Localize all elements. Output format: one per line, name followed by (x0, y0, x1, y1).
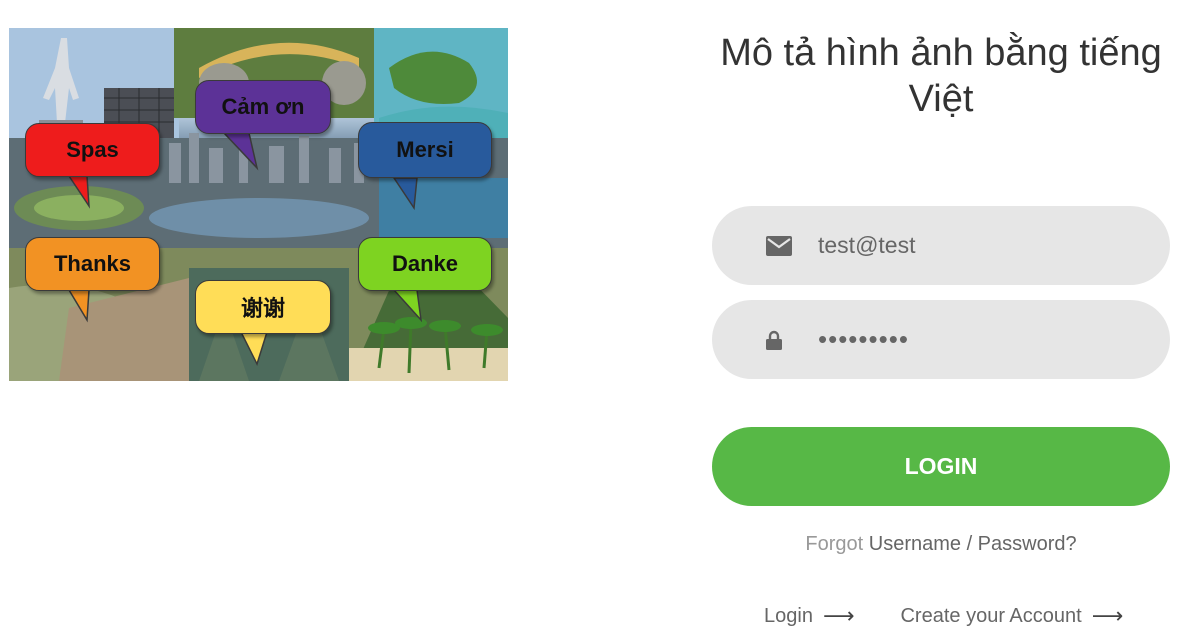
bubble-text: Mersi (396, 137, 454, 162)
speech-bubble-danke: Danke (358, 237, 492, 291)
page-title: Mô tả hình ảnh bằng tiếng Việt (720, 32, 1162, 120)
forgot-prefix: Forgot (805, 533, 864, 555)
speech-bubble-thanks: Thanks (25, 237, 160, 291)
forgot-credentials: Forgot Username / Password? (712, 533, 1170, 556)
bubble-text: Danke (391, 251, 459, 276)
arrow-right-icon: ⟶ (822, 603, 855, 628)
password-field[interactable] (712, 300, 1170, 379)
login-link-label: Login (764, 604, 813, 627)
bubble-text: Thanks (53, 251, 132, 276)
lock-icon (766, 330, 782, 350)
bottom-links: Login ⟶ Create your Account ⟶ (764, 603, 1123, 629)
bubble-text: Cảm ơn (221, 94, 305, 119)
arrow-right-icon: ⟶ (1091, 603, 1124, 628)
speech-bubble-xiexie: 谢谢 (195, 280, 331, 334)
envelope-icon (766, 235, 792, 256)
speech-bubble-mersi: Mersi (358, 122, 492, 178)
bubble-text: 谢谢 (240, 296, 285, 321)
password-input[interactable] (818, 300, 1148, 379)
login-link[interactable]: Login ⟶ (764, 603, 854, 629)
login-button[interactable]: LOGIN (712, 427, 1170, 506)
email-input[interactable] (818, 206, 1148, 285)
language-collage-image: Spas Cảm ơn Mersi Thanks 谢谢 Danke (9, 28, 508, 381)
bubble-text: Spas (66, 137, 119, 162)
forgot-username-password-link[interactable]: Username / Password? (869, 533, 1077, 555)
speech-bubble-spas: Spas (25, 123, 160, 177)
email-field[interactable] (712, 206, 1170, 285)
login-page: Spas Cảm ơn Mersi Thanks 谢谢 Danke Mô tả … (0, 0, 1195, 639)
speech-bubble-cam-on: Cảm ơn (195, 80, 331, 134)
create-account-link[interactable]: Create your Account ⟶ (900, 603, 1123, 629)
create-account-label: Create your Account (900, 604, 1082, 627)
